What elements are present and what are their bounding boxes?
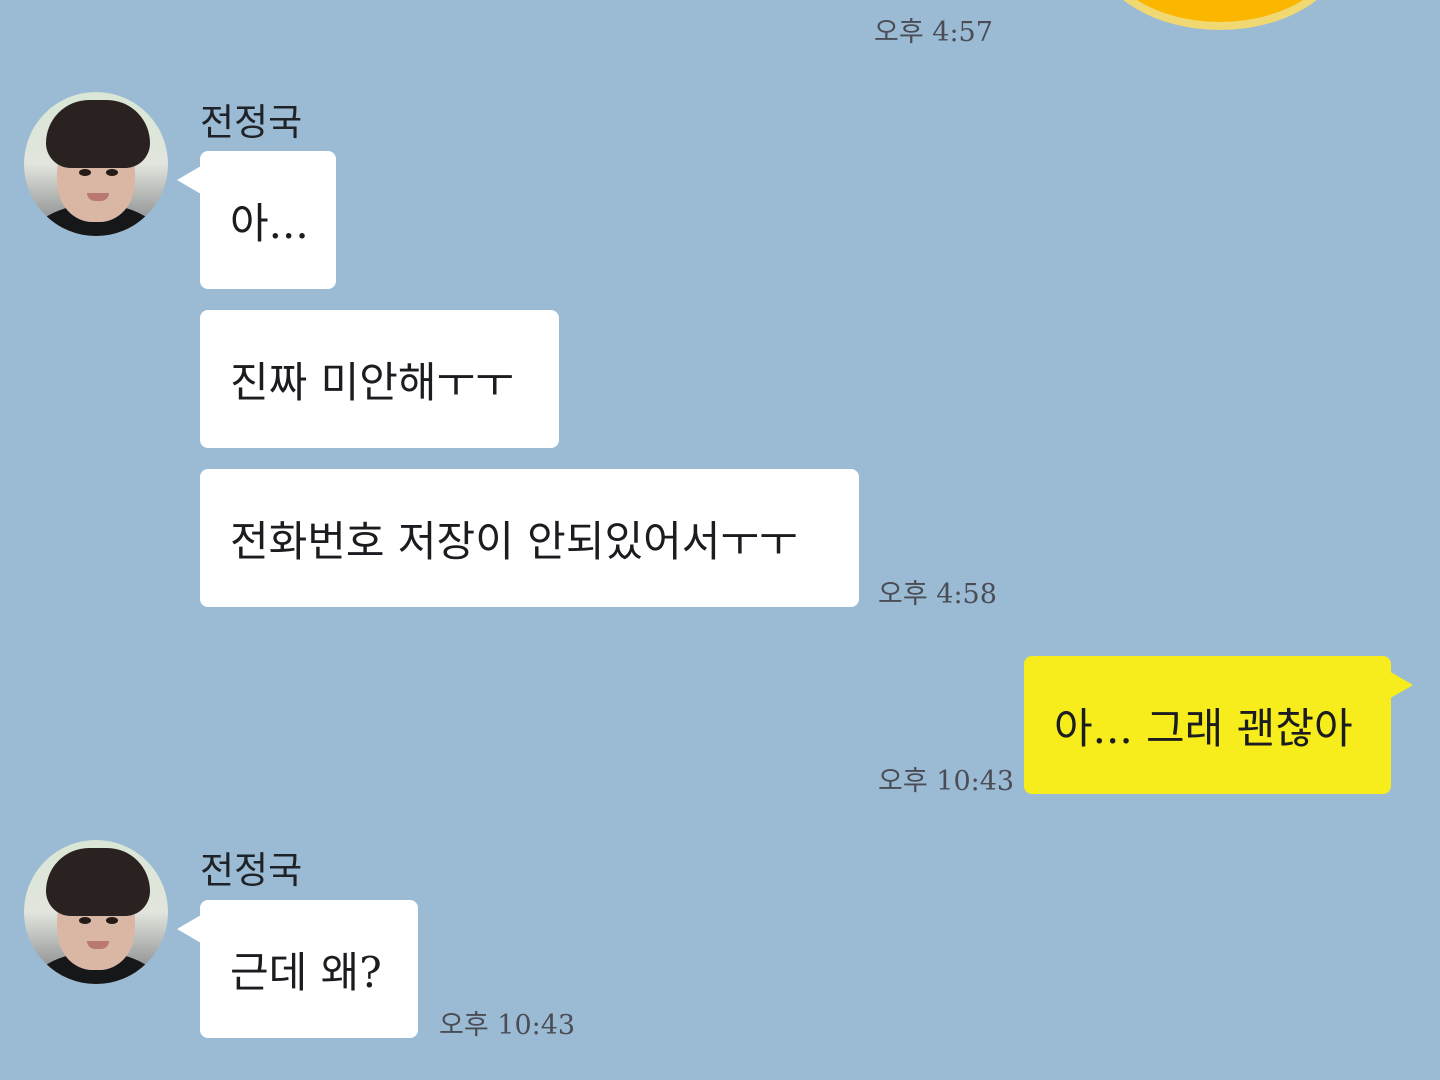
avatar-right-eye <box>106 917 118 924</box>
message-text: 아... <box>230 198 309 248</box>
incoming-bubble-tail <box>177 166 201 194</box>
incoming-message-bubble[interactable]: 전화번호 저장이 안되있어서ㅜㅜ <box>200 469 859 607</box>
sender-avatar[interactable] <box>24 840 168 984</box>
message-text: 근데 왜? <box>230 947 382 997</box>
avatar-hair <box>46 100 150 168</box>
incoming-message-bubble[interactable]: 아... <box>200 151 336 289</box>
incoming-bubble-tail <box>177 915 201 943</box>
message-time: 오후 4:57 <box>874 17 993 48</box>
incoming-message-bubble[interactable]: 근데 왜? <box>200 900 418 1038</box>
message-text: 아... 그래 괜찮아 <box>1054 703 1353 753</box>
sender-avatar[interactable] <box>24 92 168 236</box>
message-text: 진짜 미안해ㅜㅜ <box>230 357 514 407</box>
avatar-left-eye <box>79 169 91 176</box>
sender-name: 전정국 <box>200 101 303 144</box>
avatar-right-eye <box>106 169 118 176</box>
incoming-message-bubble[interactable]: 진짜 미안해ㅜㅜ <box>200 310 559 448</box>
sender-name: 전정국 <box>200 849 303 892</box>
avatar-hair <box>46 848 150 916</box>
outgoing-bubble-tail <box>1389 671 1413 699</box>
avatar-left-eye <box>79 917 91 924</box>
emoticon-sticker-icon[interactable] <box>1090 0 1350 30</box>
message-text: 전화번호 저장이 안되있어서ㅜㅜ <box>230 516 798 566</box>
outgoing-message-bubble[interactable]: 아... 그래 괜찮아 <box>1024 656 1391 794</box>
message-time: 오후 10:43 <box>439 1010 576 1041</box>
message-time: 오후 10:43 <box>878 766 1015 797</box>
message-time: 오후 4:58 <box>878 579 997 610</box>
